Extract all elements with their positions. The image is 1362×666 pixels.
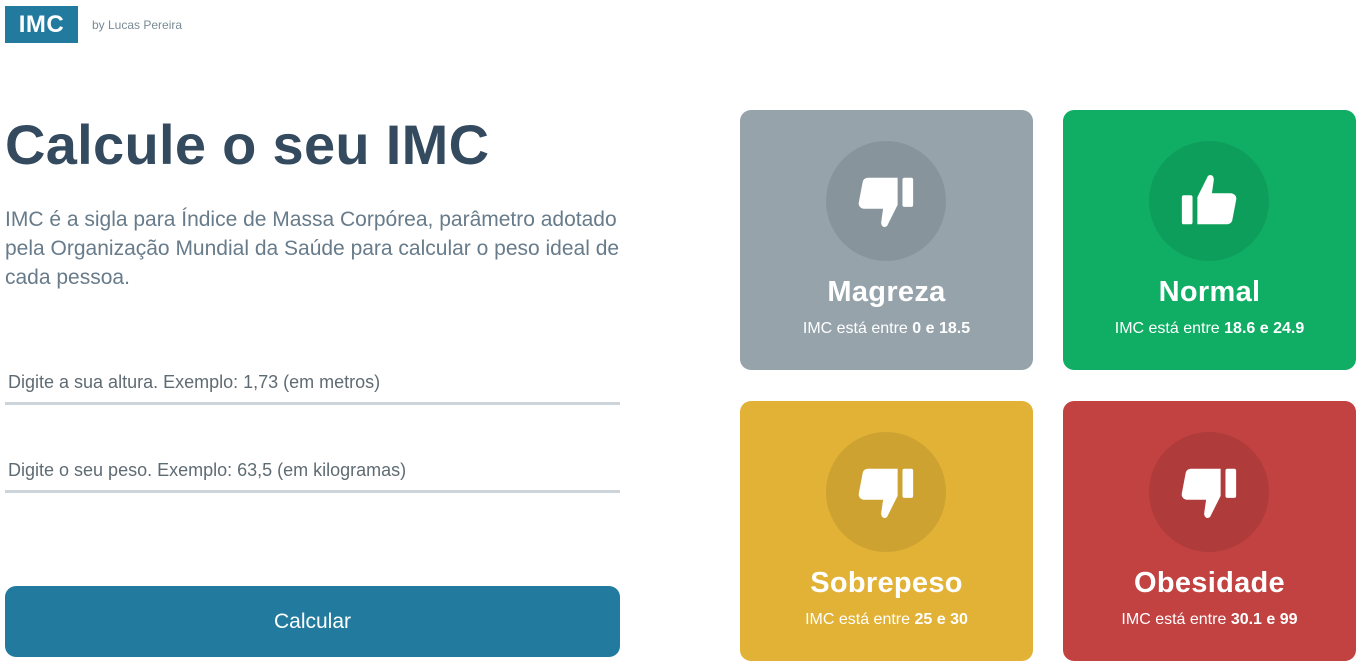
weight-input[interactable] [5, 451, 620, 493]
thumbs-down-icon [826, 432, 946, 552]
thumbs-down-icon [826, 141, 946, 261]
card-title: Magreza [827, 276, 946, 308]
card-range: IMC está entre 18.6 e 24.9 [1114, 320, 1305, 337]
page-title: Calcule o seu IMC [5, 113, 490, 176]
logo: IMC [5, 6, 78, 43]
thumbs-up-icon [1149, 141, 1269, 261]
card-sobrepeso: Sobrepeso IMC está entre 25 e 30 [740, 401, 1033, 661]
thumbs-down-icon [1149, 432, 1269, 552]
height-input[interactable] [5, 363, 620, 405]
card-title: Sobrepeso [810, 567, 963, 599]
calculate-button[interactable]: Calcular [5, 586, 620, 657]
card-title: Normal [1158, 276, 1261, 308]
card-magreza: Magreza IMC está entre 0 e 18.5 [740, 110, 1033, 370]
card-range: IMC está entre 0 e 18.5 [802, 320, 971, 337]
card-title: Obesidade [1134, 567, 1285, 599]
author-credit: by Lucas Pereira [92, 18, 183, 32]
page-description: IMC é a sigla para Índice de Massa Corpó… [5, 208, 620, 289]
card-normal: Normal IMC está entre 18.6 e 24.9 [1063, 110, 1356, 370]
card-obesidade: Obesidade IMC está entre 30.1 e 99 [1063, 401, 1356, 661]
card-range: IMC está entre 30.1 e 99 [1121, 611, 1298, 628]
card-range: IMC está entre 25 e 30 [805, 611, 968, 628]
